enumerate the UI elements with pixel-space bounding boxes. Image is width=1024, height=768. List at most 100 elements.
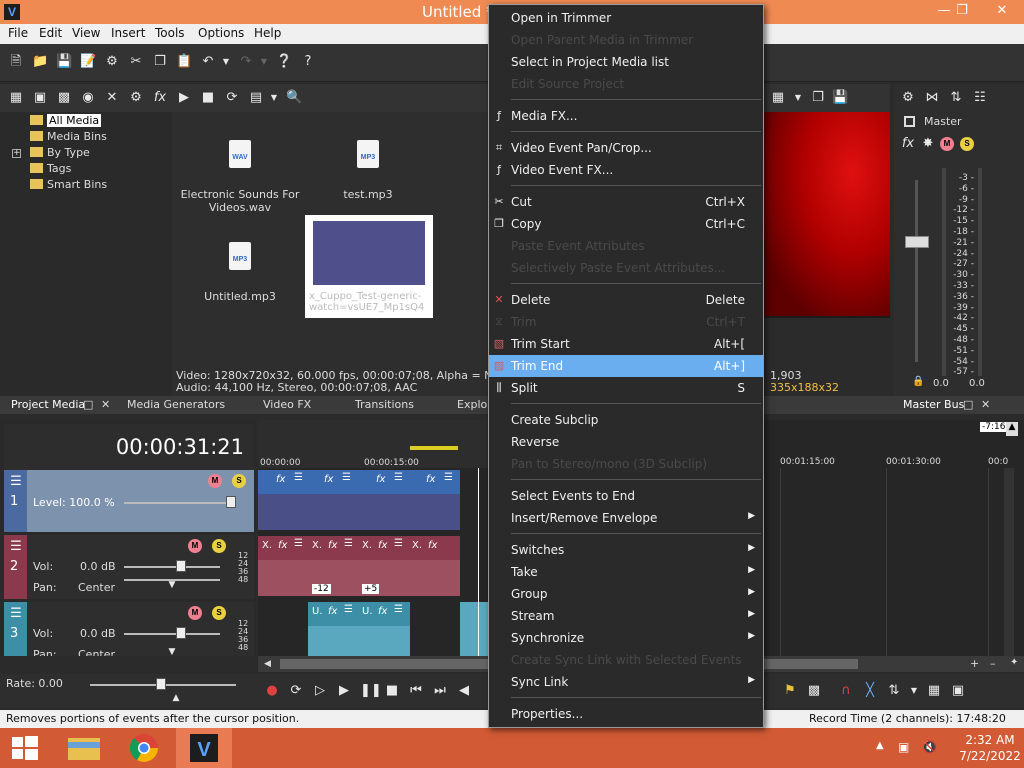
menu-item-paste-event-attributes[interactable]: Paste Event Attributes (489, 235, 763, 257)
master-fx-icon[interactable]: fx (900, 136, 916, 152)
media-properties-icon[interactable]: ⚙ (128, 90, 144, 106)
ripple-dropdown-icon[interactable]: ▼ (906, 683, 922, 699)
stop-icon[interactable]: ■ (200, 90, 216, 106)
taskbar-clock[interactable]: 2:32 AM 7/22/2022 (958, 732, 1022, 764)
vol-slider-track[interactable] (124, 566, 220, 568)
mute-badge[interactable]: M (208, 474, 222, 488)
menu-item-video-event-fx[interactable]: ƒ Video Event FX... (489, 159, 763, 181)
horizontal-scrollbar-right[interactable]: + – ✦ (764, 656, 1024, 672)
stop-icon[interactable]: ■ (384, 683, 400, 699)
menu-help[interactable]: Help (254, 26, 281, 40)
loop-icon[interactable]: ⟳ (288, 683, 304, 699)
master-fader[interactable] (905, 236, 929, 248)
event-menu-icon[interactable]: ☰ (344, 538, 353, 549)
track-menu-icon[interactable]: ☰ (8, 539, 24, 555)
menu-item-video-event-pan-crop[interactable]: ⌗ Video Event Pan/Crop... (489, 137, 763, 159)
event-menu-icon[interactable]: ☰ (294, 538, 303, 549)
master-settings-icon[interactable]: ⚙ (900, 90, 916, 106)
show-hidden-icons-icon[interactable]: ▲ (876, 740, 884, 751)
save-as-icon[interactable]: 📝 (80, 54, 96, 70)
previous-frame-icon[interactable]: ◀ (456, 683, 472, 699)
event-fx-icon[interactable]: fx (378, 606, 387, 617)
wav-file-icon[interactable]: WAV (229, 140, 251, 168)
menu-item-properties[interactable]: Properties... (489, 703, 763, 725)
menu-item-sync-link[interactable]: Sync Link ▶ (489, 671, 763, 693)
preview-quality-icon[interactable]: ▦ (770, 90, 786, 106)
event-fx-icon[interactable]: fx (276, 474, 285, 485)
auto-crossfade-icon[interactable]: ╳ (862, 683, 878, 699)
volume-icon[interactable]: 🔇 (922, 740, 937, 754)
event-fx-icon[interactable]: fx (378, 540, 387, 551)
tab-project-media[interactable]: Project Media (11, 398, 85, 411)
master-fader-track[interactable] (915, 180, 918, 362)
tab-video-fx[interactable]: Video FX (263, 398, 311, 411)
event-menu-icon[interactable]: ☰ (394, 604, 403, 615)
solo-badge[interactable]: S (212, 539, 226, 553)
menu-item-select-in-project-media-list[interactable]: Select in Project Media list (489, 51, 763, 73)
zoom-in-icon[interactable]: + (970, 657, 979, 670)
views-icon[interactable]: ▤ (248, 90, 264, 106)
menu-item-cut[interactable]: ✂ Cut Ctrl+X (489, 191, 763, 213)
remove-icon[interactable]: ✕ (104, 90, 120, 106)
event-menu-icon[interactable]: ☰ (444, 472, 453, 483)
whats-this-icon[interactable]: ❔ (276, 54, 292, 70)
menu-item-pan-to-stereo-mono-3d-subclip[interactable]: Pan to Stereo/mono (3D Subclip) (489, 453, 763, 475)
help-icon[interactable]: ? (300, 54, 316, 70)
undo-dropdown-icon[interactable]: ▼ (218, 54, 234, 70)
tree-item-tags[interactable]: Tags (30, 162, 71, 176)
chrome-button[interactable] (116, 728, 172, 768)
paste-icon[interactable]: 📋 (176, 54, 192, 70)
preview-dropdown-icon[interactable]: ▼ (790, 90, 806, 106)
menu-item-trim-end[interactable]: ▨ Trim End Alt+] (489, 355, 763, 377)
menu-item-open-in-trimmer[interactable]: Open in Trimmer (489, 7, 763, 29)
menu-insert[interactable]: Insert (111, 26, 145, 40)
loop-region[interactable] (410, 446, 458, 450)
menu-item-trim-start[interactable]: ▧ Trim Start Alt+[ (489, 333, 763, 355)
menu-item-create-sync-link-with-selected-events[interactable]: Create Sync Link with Selected Events (489, 649, 763, 671)
level-slider-knob[interactable] (226, 496, 236, 508)
tree-item-all-media[interactable]: All Media (30, 114, 102, 128)
menu-tools[interactable]: Tools (155, 26, 185, 40)
search-icon[interactable]: 🔍 (286, 90, 302, 106)
file-label[interactable]: Untitled.mp3 (190, 290, 290, 303)
solo-badge[interactable]: S (232, 474, 246, 488)
tab-media-generators[interactable]: Media Generators (127, 398, 225, 411)
zoom-icon[interactable]: ✦ (1010, 657, 1018, 668)
menu-item-stream[interactable]: Stream ▶ (489, 605, 763, 627)
event-fx-icon[interactable]: fx (376, 474, 385, 485)
pan-marker-icon[interactable]: ▼ (164, 577, 180, 593)
solo-badge[interactable]: S (212, 606, 226, 620)
menu-item-group[interactable]: Group ▶ (489, 583, 763, 605)
menu-item-trim[interactable]: ⧖ Trim Ctrl+T (489, 311, 763, 333)
vegas-app-icon[interactable]: V (4, 4, 20, 20)
video-thumbnail[interactable]: x_Cuppo_Test-generic-watch=vsUE7_Mp1sQ4 (305, 215, 433, 318)
vol-slider-knob[interactable] (176, 560, 186, 572)
tab-close-icon[interactable]: ✕ (101, 398, 110, 411)
lock-icon[interactable]: 🔒 (912, 376, 924, 387)
vol-slider-track[interactable] (124, 633, 220, 635)
zoom-out-icon[interactable]: – (990, 657, 996, 670)
event-menu-icon[interactable]: ☰ (342, 472, 351, 483)
copy-snapshot-icon[interactable]: ❐ (810, 90, 826, 106)
menu-options[interactable]: Options (198, 26, 244, 40)
track-menu-icon[interactable]: ☰ (8, 606, 24, 622)
menu-item-media-fx[interactable]: ƒ Media FX... (489, 105, 763, 127)
video-preview[interactable] (764, 112, 890, 318)
cut-icon[interactable]: ✂ (128, 54, 144, 70)
dim-icon[interactable]: ⇅ (948, 90, 964, 106)
play-icon[interactable]: ▶ (336, 683, 352, 699)
menu-item-create-subclip[interactable]: Create Subclip (489, 409, 763, 431)
redo-icon[interactable]: ↷ (238, 54, 254, 70)
region-icon[interactable]: ▩ (806, 683, 822, 699)
menu-item-selectively-paste-event-attributes[interactable]: Selectively Paste Event Attributes... (489, 257, 763, 279)
mute-badge[interactable]: M (940, 137, 954, 151)
event-fx-icon[interactable]: fx (328, 540, 337, 551)
file-explorer-button[interactable] (56, 728, 112, 768)
solo-badge[interactable]: S (960, 137, 974, 151)
disc-icon[interactable]: ◉ (80, 90, 96, 106)
go-to-start-icon[interactable]: ⏮ (408, 683, 424, 699)
start-button[interactable] (0, 728, 56, 768)
scroll-thumb[interactable] (280, 659, 490, 669)
ripple-icon[interactable]: ⇅ (886, 683, 902, 699)
network-icon[interactable]: ▣ (898, 740, 909, 754)
